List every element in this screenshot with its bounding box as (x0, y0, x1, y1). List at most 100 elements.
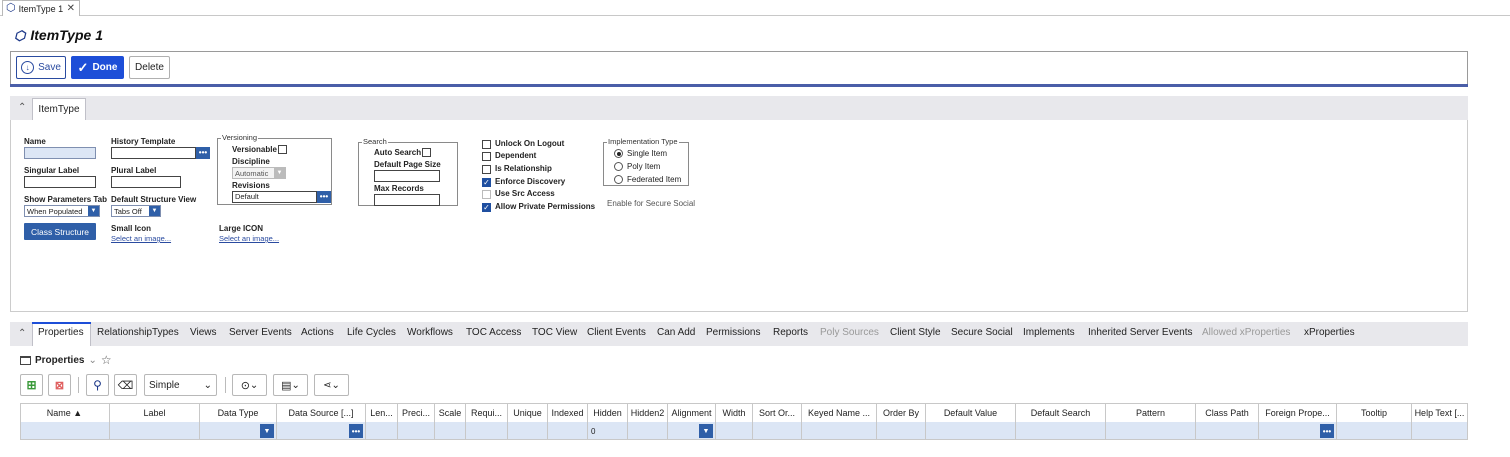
column-header[interactable]: Hidden2 (628, 403, 668, 422)
grid-cell[interactable] (110, 422, 200, 440)
share-button[interactable]: ⋖ ⌄ (314, 374, 349, 396)
add-row-button[interactable]: ⊞ (20, 374, 43, 396)
option-checkbox[interactable]: ✓ (482, 178, 491, 187)
tab-workflows[interactable]: Workflows (407, 327, 453, 338)
option-checkbox[interactable]: ✓ (482, 203, 491, 212)
grid-cell[interactable]: 0 (588, 422, 628, 440)
column-header[interactable]: Pattern (1106, 403, 1196, 422)
ellipsis-button[interactable]: ••• (349, 424, 363, 438)
delete-button[interactable]: Delete (129, 56, 170, 79)
versionable-checkbox[interactable] (278, 145, 287, 154)
grid-cell[interactable] (398, 422, 435, 440)
grid-cell[interactable] (1196, 422, 1259, 440)
column-header[interactable]: Data Type (200, 403, 277, 422)
column-header[interactable]: Width (716, 403, 753, 422)
column-header[interactable]: Help Text [... (1412, 403, 1468, 422)
grid-cell[interactable] (716, 422, 753, 440)
close-icon[interactable]: ✕ (67, 3, 75, 14)
column-header[interactable]: Sort Or... (753, 403, 802, 422)
implementation-type-radio[interactable] (614, 162, 623, 171)
grid-cell[interactable] (435, 422, 466, 440)
name-field[interactable] (24, 147, 96, 159)
chevron-up-icon[interactable]: ⌃ (18, 102, 26, 113)
tab-secure-social[interactable]: Secure Social (951, 327, 1013, 338)
grid-cell[interactable] (877, 422, 926, 440)
tab-itemtype[interactable]: ItemType (32, 98, 86, 120)
view-options-button[interactable]: ⊙ ⌄ (232, 374, 267, 396)
history-template-field[interactable] (111, 147, 196, 159)
grid-cell[interactable] (1106, 422, 1196, 440)
column-header[interactable]: Keyed Name ... (802, 403, 877, 422)
column-header[interactable]: Len... (366, 403, 398, 422)
page-size-field[interactable] (374, 170, 440, 182)
column-header[interactable]: Name ▲ (20, 403, 110, 422)
column-header[interactable]: Class Path (1196, 403, 1259, 422)
option-checkbox[interactable] (482, 152, 491, 161)
revisions-field[interactable]: Default (232, 191, 317, 203)
tab-xproperties[interactable]: xProperties (1304, 327, 1355, 338)
grid-cell[interactable] (1337, 422, 1412, 440)
column-header[interactable]: Default Search (1016, 403, 1106, 422)
column-header[interactable]: Data Source [...] (277, 403, 366, 422)
implementation-type-radio[interactable] (614, 149, 623, 158)
grid-cell[interactable] (548, 422, 588, 440)
delete-row-button[interactable]: ⊠ (48, 374, 71, 396)
tab-client-style[interactable]: Client Style (890, 327, 941, 338)
grid-cell[interactable] (926, 422, 1016, 440)
column-header[interactable]: Preci... (398, 403, 435, 422)
grid-cell[interactable] (466, 422, 508, 440)
column-header[interactable]: Scale (435, 403, 466, 422)
column-header[interactable]: Alignment (668, 403, 716, 422)
implementation-type-radio[interactable] (614, 175, 623, 184)
grid-cell[interactable] (628, 422, 668, 440)
small-icon-link[interactable]: Select an image... (111, 234, 171, 243)
tab-implements[interactable]: Implements (1023, 327, 1075, 338)
tab-can-add[interactable]: Can Add (657, 327, 695, 338)
search-mode-select[interactable]: Simple ⌄ (144, 374, 217, 396)
chevron-up-icon[interactable]: ⌃ (18, 328, 26, 339)
tab-permissions[interactable]: Permissions (706, 327, 760, 338)
tab-toc-view[interactable]: TOC View (532, 327, 577, 338)
default-structure-select[interactable]: Tabs Off ▼ (111, 205, 161, 217)
column-header[interactable]: Tooltip (1337, 403, 1412, 422)
chevron-down-icon[interactable]: ⌄ (88, 355, 96, 366)
grid-cell[interactable] (1412, 422, 1468, 440)
plural-label-field[interactable] (111, 176, 181, 188)
tab-client-events[interactable]: Client Events (587, 327, 646, 338)
tab-server-events[interactable]: Server Events (229, 327, 292, 338)
tab-properties[interactable]: Properties (38, 327, 84, 338)
tab-inherited-server-events[interactable]: Inherited Server Events (1088, 327, 1193, 338)
grid-cell[interactable] (802, 422, 877, 440)
column-header[interactable]: Indexed (548, 403, 588, 422)
option-checkbox[interactable] (482, 140, 491, 149)
column-header[interactable]: Requi... (466, 403, 508, 422)
ellipsis-button[interactable]: ••• (1320, 424, 1334, 438)
tab-life-cycles[interactable]: Life Cycles (347, 327, 396, 338)
clear-search-button[interactable]: ⌫ (114, 374, 137, 396)
column-header[interactable]: Hidden (588, 403, 628, 422)
layout-button[interactable]: ▤ ⌄ (273, 374, 308, 396)
save-button[interactable]: ↓ Save (16, 56, 66, 79)
chevron-down-icon[interactable]: ▼ (260, 424, 274, 438)
large-icon-link[interactable]: Select an image... (219, 234, 279, 243)
singular-label-field[interactable] (24, 176, 96, 188)
column-header[interactable]: Foreign Prope... (1259, 403, 1337, 422)
column-header[interactable]: Label (110, 403, 200, 422)
tab-reports[interactable]: Reports (773, 327, 808, 338)
column-header[interactable]: Unique (508, 403, 548, 422)
history-template-picker-button[interactable]: ••• (196, 147, 210, 159)
grid-cell[interactable] (753, 422, 802, 440)
max-records-field[interactable] (374, 194, 440, 206)
tab-toc-access[interactable]: TOC Access (466, 327, 521, 338)
show-params-select[interactable]: When Populated ▼ (24, 205, 100, 217)
column-header[interactable]: Order By (877, 403, 926, 422)
done-button[interactable]: ✓ Done (71, 56, 124, 79)
grid-cell[interactable] (366, 422, 398, 440)
tab-actions[interactable]: Actions (301, 327, 334, 338)
column-header[interactable]: Default Value (926, 403, 1016, 422)
star-icon[interactable]: ☆ (101, 353, 112, 367)
search-button[interactable]: ⚲ (86, 374, 109, 396)
document-tab[interactable]: ⬡ ItemType 1 ✕ (2, 0, 80, 16)
option-checkbox[interactable] (482, 165, 491, 174)
revisions-picker-button[interactable]: ••• (317, 191, 331, 203)
